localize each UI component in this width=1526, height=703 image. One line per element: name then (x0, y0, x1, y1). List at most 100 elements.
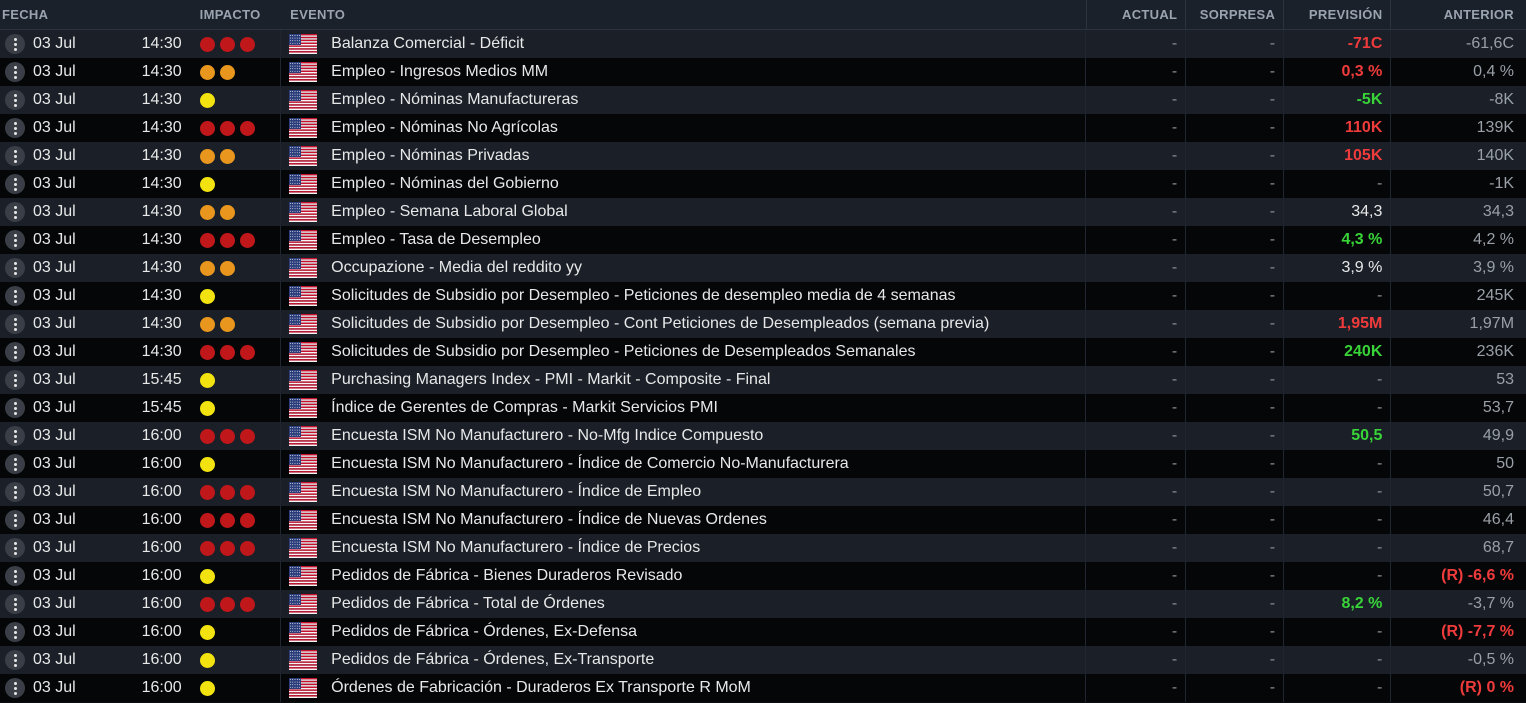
event-cell[interactable]: Solicitudes de Subsidio por Desempleo - … (280, 282, 1085, 310)
table-row[interactable]: 03 Jul 14:30 Solicitudes de Subsidio por D… (0, 310, 1526, 338)
event-name[interactable]: Solicitudes de Subsidio por Desempleo - … (331, 315, 989, 333)
table-row[interactable]: 03 Jul 14:30 Empleo - Semana Laboral Globa… (0, 198, 1526, 226)
more-vertical-icon[interactable] (5, 538, 25, 558)
more-vertical-icon[interactable] (5, 510, 25, 530)
event-cell[interactable]: Empleo - Nóminas del Gobierno (280, 170, 1085, 198)
table-row[interactable]: 03 Jul 16:00 Órdenes de Fabricación - Dura… (0, 674, 1526, 702)
event-name[interactable]: Encuesta ISM No Manufacturero - Índice d… (331, 511, 767, 529)
header-evento[interactable]: EVENTO (280, 7, 1085, 22)
table-row[interactable]: 03 Jul 14:30 Balanza Comercial - Déficit - -… (0, 30, 1526, 58)
more-vertical-icon[interactable] (5, 678, 25, 698)
event-name[interactable]: Órdenes de Fabricación - Duraderos Ex Tr… (331, 679, 751, 697)
event-cell[interactable]: Occupazione - Media del reddito yy (280, 254, 1085, 282)
event-name[interactable]: Empleo - Ingresos Medios MM (331, 63, 548, 81)
more-vertical-icon[interactable] (5, 230, 25, 250)
event-cell[interactable]: Encuesta ISM No Manufacturero - Índice d… (280, 534, 1085, 562)
event-name[interactable]: Empleo - Nóminas del Gobierno (331, 175, 559, 193)
event-name[interactable]: Purchasing Managers Index - PMI - Markit… (331, 371, 770, 389)
event-cell[interactable]: Índice de Gerentes de Compras - Markit S… (280, 394, 1085, 422)
event-name[interactable]: Encuesta ISM No Manufacturero - No-Mfg I… (331, 427, 763, 445)
event-name[interactable]: Empleo - Semana Laboral Global (331, 203, 568, 221)
event-cell[interactable]: Encuesta ISM No Manufacturero - Índice d… (280, 478, 1085, 506)
event-cell[interactable]: Encuesta ISM No Manufacturero - Índice d… (280, 450, 1085, 478)
event-cell[interactable]: Encuesta ISM No Manufacturero - Índice d… (280, 506, 1085, 534)
table-row[interactable]: 03 Jul 14:30 Solicitudes de Subsidio por D… (0, 338, 1526, 366)
event-cell[interactable]: Empleo - Ingresos Medios MM (280, 58, 1085, 86)
table-row[interactable]: 03 Jul 16:00 Pedidos de Fábrica - Bienes D… (0, 562, 1526, 590)
more-vertical-icon[interactable] (5, 594, 25, 614)
event-name[interactable]: Empleo - Nóminas Privadas (331, 147, 529, 165)
more-vertical-icon[interactable] (5, 202, 25, 222)
more-vertical-icon[interactable] (5, 454, 25, 474)
more-vertical-icon[interactable] (5, 118, 25, 138)
event-cell[interactable]: Empleo - Nóminas No Agrícolas (280, 114, 1085, 142)
table-row[interactable]: 03 Jul 14:30 Empleo - Nóminas del Gobierno… (0, 170, 1526, 198)
event-cell[interactable]: Pedidos de Fábrica - Total de Órdenes (280, 590, 1085, 618)
table-row[interactable]: 03 Jul 15:45 Purchasing Managers Index - P… (0, 366, 1526, 394)
table-row[interactable]: 03 Jul 16:00 Pedidos de Fábrica - Órdenes,… (0, 618, 1526, 646)
event-name[interactable]: Pedidos de Fábrica - Total de Órdenes (331, 595, 605, 613)
table-row[interactable]: 03 Jul 14:30 Occupazione - Media del reddi… (0, 254, 1526, 282)
more-vertical-icon[interactable] (5, 650, 25, 670)
table-row[interactable]: 03 Jul 16:00 Encuesta ISM No Manufacturero… (0, 506, 1526, 534)
table-row[interactable]: 03 Jul 14:30 Empleo - Ingresos Medios MM - -… (0, 58, 1526, 86)
more-vertical-icon[interactable] (5, 258, 25, 278)
table-row[interactable]: 03 Jul 16:00 Encuesta ISM No Manufacturero… (0, 534, 1526, 562)
event-cell[interactable]: Encuesta ISM No Manufacturero - No-Mfg I… (280, 422, 1085, 450)
table-row[interactable]: 03 Jul 14:30 Empleo - Tasa de Desempleo - -4… (0, 226, 1526, 254)
more-vertical-icon[interactable] (5, 62, 25, 82)
event-cell[interactable]: Solicitudes de Subsidio por Desempleo - … (280, 338, 1085, 366)
more-vertical-icon[interactable] (5, 90, 25, 110)
event-name[interactable]: Empleo - Tasa de Desempleo (331, 231, 541, 249)
more-vertical-icon[interactable] (5, 342, 25, 362)
event-name[interactable]: Pedidos de Fábrica - Órdenes, Ex-Transpo… (331, 651, 654, 669)
table-row[interactable]: 03 Jul 14:30 Empleo - Nóminas Privadas - -10… (0, 142, 1526, 170)
table-row[interactable]: 03 Jul 14:30 Empleo - Nóminas Manufacturer… (0, 86, 1526, 114)
more-vertical-icon[interactable] (5, 34, 25, 54)
event-name[interactable]: Encuesta ISM No Manufacturero - Índice d… (331, 455, 849, 473)
header-anterior[interactable]: ANTERIOR (1390, 0, 1526, 30)
header-prevision[interactable]: PREVISIÓN (1283, 0, 1390, 30)
event-name[interactable]: Solicitudes de Subsidio por Desempleo - … (331, 343, 915, 361)
event-name[interactable]: Empleo - Nóminas Manufactureras (331, 91, 578, 109)
event-cell[interactable]: Empleo - Semana Laboral Global (280, 198, 1085, 226)
event-cell[interactable]: Empleo - Nóminas Privadas (280, 142, 1085, 170)
header-actual[interactable]: ACTUAL (1085, 0, 1186, 30)
more-vertical-icon[interactable] (5, 286, 25, 306)
event-cell[interactable]: Solicitudes de Subsidio por Desempleo - … (280, 310, 1085, 338)
event-name[interactable]: Encuesta ISM No Manufacturero - Índice d… (331, 483, 701, 501)
event-name[interactable]: Solicitudes de Subsidio por Desempleo - … (331, 287, 955, 305)
more-vertical-icon[interactable] (5, 174, 25, 194)
event-cell[interactable]: Empleo - Tasa de Desempleo (280, 226, 1085, 254)
more-vertical-icon[interactable] (5, 146, 25, 166)
event-name[interactable]: Pedidos de Fábrica - Órdenes, Ex-Defensa (331, 623, 637, 641)
header-fecha[interactable]: FECHA (0, 7, 103, 22)
more-vertical-icon[interactable] (5, 370, 25, 390)
event-cell[interactable]: Pedidos de Fábrica - Órdenes, Ex-Defensa (280, 618, 1085, 646)
event-cell[interactable]: Balanza Comercial - Déficit (280, 30, 1085, 58)
event-name[interactable]: Empleo - Nóminas No Agrícolas (331, 119, 558, 137)
more-vertical-icon[interactable] (5, 482, 25, 502)
table-row[interactable]: 03 Jul 16:00 Pedidos de Fábrica - Órdenes,… (0, 646, 1526, 674)
table-row[interactable]: 03 Jul 16:00 Encuesta ISM No Manufacturero… (0, 450, 1526, 478)
event-cell[interactable]: Purchasing Managers Index - PMI - Markit… (280, 366, 1085, 394)
more-vertical-icon[interactable] (5, 314, 25, 334)
more-vertical-icon[interactable] (5, 426, 25, 446)
table-row[interactable]: 03 Jul 16:00 Pedidos de Fábrica - Total de… (0, 590, 1526, 618)
more-vertical-icon[interactable] (5, 398, 25, 418)
event-cell[interactable]: Órdenes de Fabricación - Duraderos Ex Tr… (280, 674, 1085, 702)
event-name[interactable]: Occupazione - Media del reddito yy (331, 259, 582, 277)
table-row[interactable]: 03 Jul 14:30 Solicitudes de Subsidio por D… (0, 282, 1526, 310)
table-row[interactable]: 03 Jul 15:45 Índice de Gerentes de Compras… (0, 394, 1526, 422)
more-vertical-icon[interactable] (5, 566, 25, 586)
event-name[interactable]: Pedidos de Fábrica - Bienes Duraderos Re… (331, 567, 682, 585)
table-row[interactable]: 03 Jul 14:30 Empleo - Nóminas No Agrícolas… (0, 114, 1526, 142)
event-cell[interactable]: Empleo - Nóminas Manufactureras (280, 86, 1085, 114)
event-cell[interactable]: Pedidos de Fábrica - Órdenes, Ex-Transpo… (280, 646, 1085, 674)
header-impacto[interactable]: IMPACTO (188, 7, 280, 22)
event-cell[interactable]: Pedidos de Fábrica - Bienes Duraderos Re… (280, 562, 1085, 590)
event-name[interactable]: Encuesta ISM No Manufacturero - Índice d… (331, 539, 700, 557)
table-row[interactable]: 03 Jul 16:00 Encuesta ISM No Manufacturero… (0, 422, 1526, 450)
more-vertical-icon[interactable] (5, 622, 25, 642)
event-name[interactable]: Índice de Gerentes de Compras - Markit S… (331, 399, 718, 417)
